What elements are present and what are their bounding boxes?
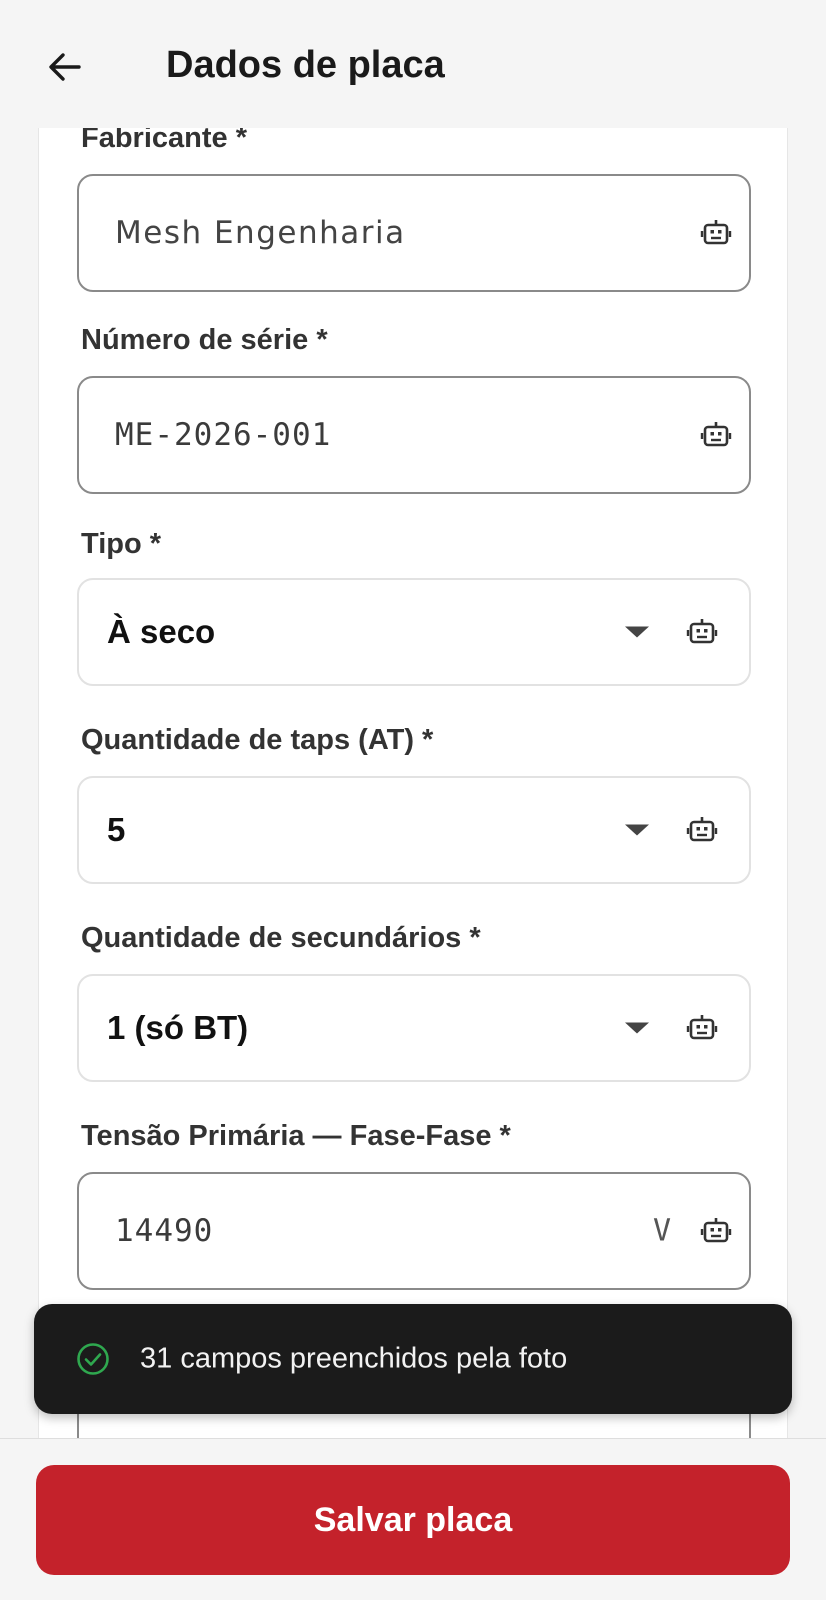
robot-icon[interactable] [699,216,733,250]
secundarios-select[interactable]: 1 (só BT) [77,974,751,1082]
fabricante-field[interactable]: Mesh Engenharia [77,174,751,292]
fabricante-label: Fabricante * [81,128,247,154]
bottom-action-bar: Salvar placa [0,1438,826,1600]
taps-select[interactable]: 5 [77,776,751,884]
fabricante-value: Mesh Engenharia [115,215,406,251]
snackbar: 31 campos preenchidos pela foto [34,1304,792,1414]
snackbar-message: 31 campos preenchidos pela foto [140,1342,568,1375]
save-plate-button[interactable]: Salvar placa [36,1465,790,1575]
robot-icon[interactable] [685,615,719,649]
chevron-down-icon [625,1022,649,1034]
numero-serie-field[interactable]: ME-2026-001 [77,376,751,494]
secundarios-label: Quantidade de secundários * [81,922,481,954]
secundarios-value: 1 (só BT) [107,1009,249,1046]
numero-serie-label: Número de série * [81,324,328,356]
robot-icon[interactable] [685,1011,719,1045]
plate-form: Fabricante * Mesh Engenharia Número de s… [38,128,788,1438]
back-button[interactable] [40,42,90,92]
check-circle-icon [77,1343,109,1375]
app-screen: Dados de placa Fabricante * Mesh Engenha… [0,0,826,1600]
tipo-select[interactable]: À seco [77,578,751,686]
app-header: Dados de placa [0,0,826,128]
tensao-primaria-value: 14490 [115,1213,214,1249]
unit-label: V [652,1213,671,1249]
numero-serie-value: ME-2026-001 [115,417,332,453]
chevron-down-icon [625,824,649,836]
tipo-value: À seco [107,613,216,650]
taps-label: Quantidade de taps (AT) * [81,724,434,756]
chevron-down-icon [625,626,649,638]
robot-icon[interactable] [699,1214,733,1248]
tensao-primaria-label: Tensão Primária — Fase-Fase * [81,1120,511,1152]
page-title: Dados de placa [166,44,445,86]
robot-icon[interactable] [699,418,733,452]
arrow-left-icon [49,53,81,81]
tensao-primaria-field[interactable]: 14490 V [77,1172,751,1290]
taps-value: 5 [107,811,126,848]
tipo-label: Tipo * [81,528,162,560]
robot-icon[interactable] [685,813,719,847]
save-button-label: Salvar placa [313,1500,513,1539]
